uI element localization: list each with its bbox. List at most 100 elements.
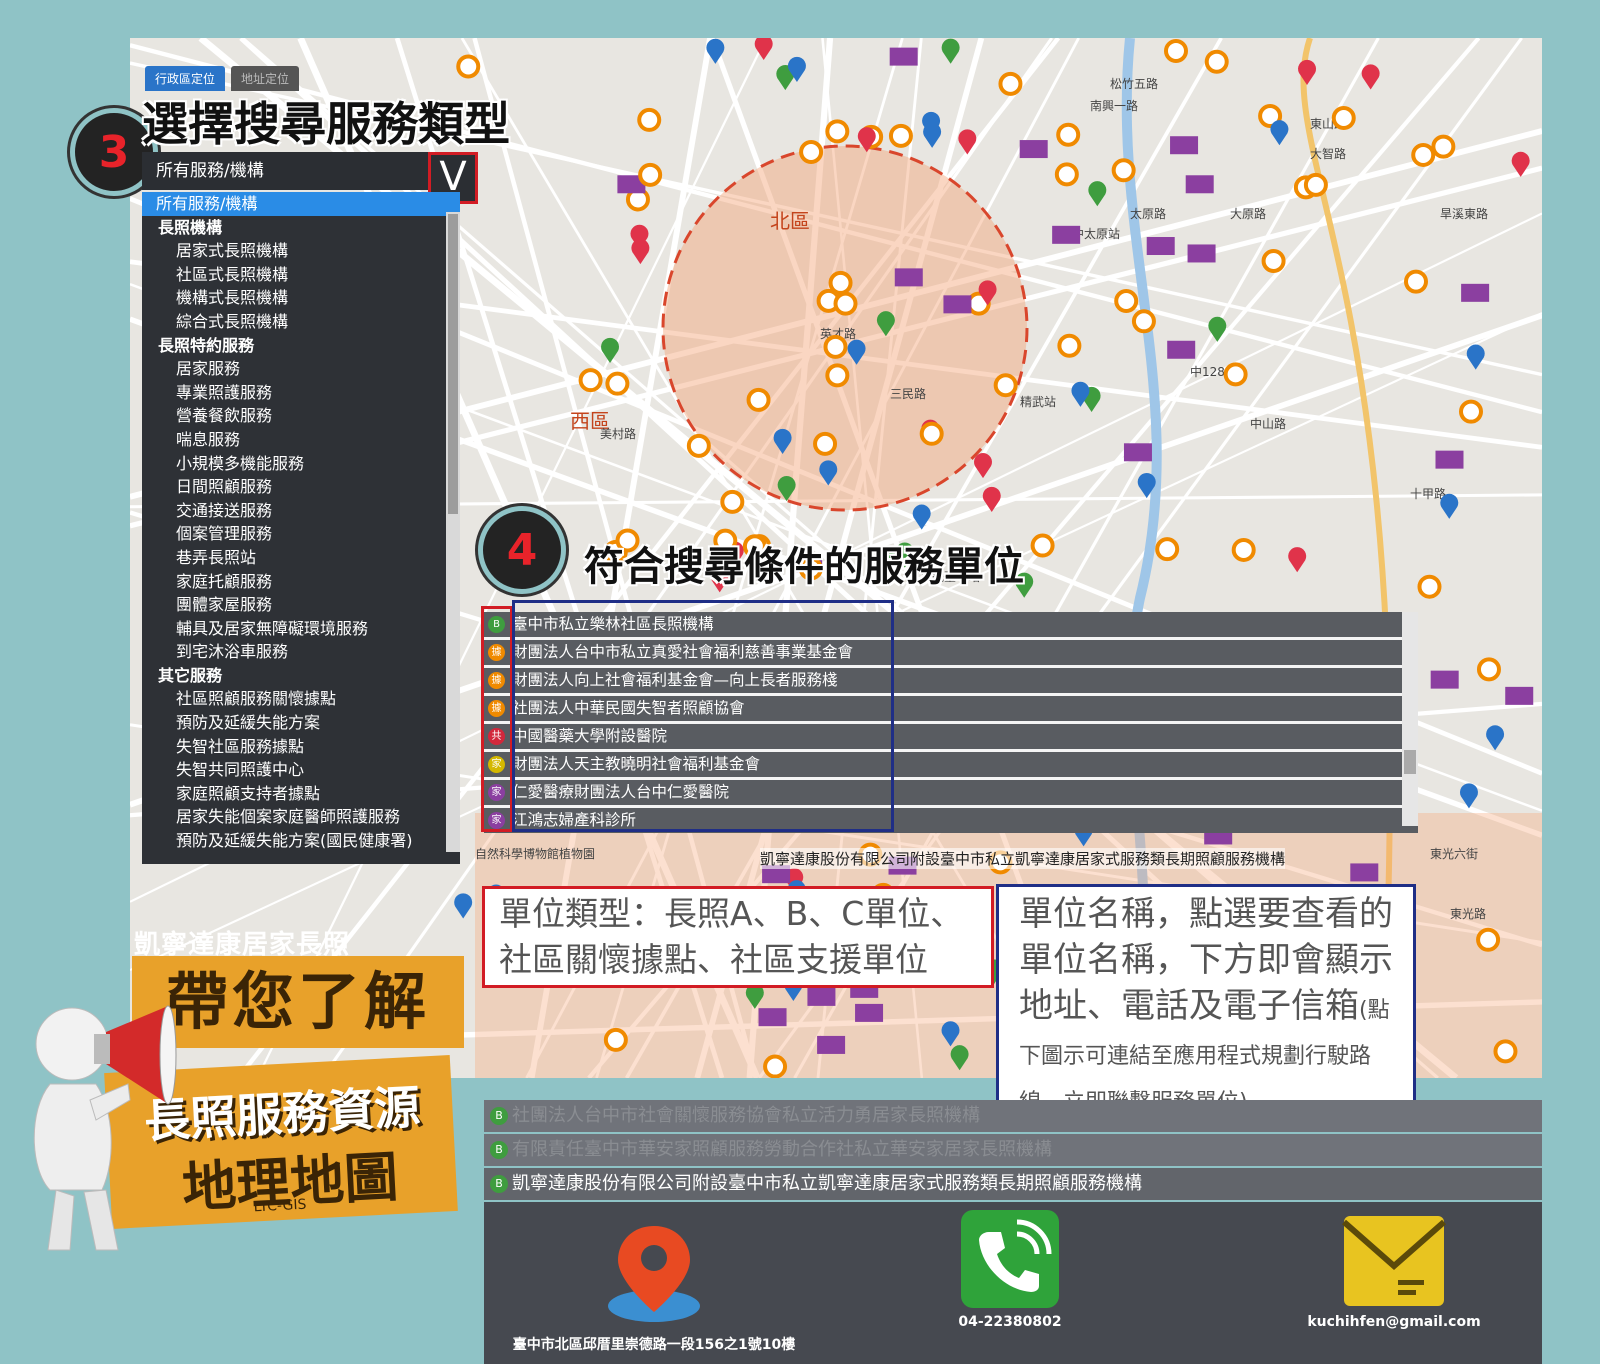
bottom-result-row[interactable]: B 有限責任臺中市華安家照顧服務勞動合作社私立華安家居家長照機構	[484, 1134, 1542, 1166]
service-option[interactable]: 失智社區服務據點	[142, 735, 460, 759]
service-marker[interactable]	[1411, 142, 1436, 167]
service-option[interactable]: 巷弄長照站	[142, 546, 460, 570]
service-marker[interactable]	[1231, 537, 1256, 562]
dropdown-scroll-thumb[interactable]	[448, 214, 458, 514]
service-marker[interactable]	[1052, 225, 1081, 244]
call-action[interactable]: 04-22380802	[950, 1208, 1070, 1330]
service-marker[interactable]	[1331, 105, 1356, 130]
service-option[interactable]: 居家服務	[142, 357, 460, 381]
service-option[interactable]: 家庭照顧支持者據點	[142, 782, 460, 806]
results-scroll-thumb[interactable]	[1404, 750, 1416, 774]
service-marker[interactable]	[941, 38, 960, 64]
service-option[interactable]: 預防及延緩失能方案(國民健康署)	[142, 829, 460, 853]
location-pin-icon[interactable]	[599, 1220, 709, 1330]
phone-icon[interactable]	[959, 1208, 1061, 1310]
service-marker[interactable]	[1088, 181, 1107, 207]
service-option[interactable]: 預防及延緩失能方案	[142, 711, 460, 735]
service-option[interactable]: 小規模多機能服務	[142, 452, 460, 476]
service-marker[interactable]	[1459, 399, 1484, 424]
service-marker[interactable]	[1155, 537, 1180, 562]
service-marker[interactable]	[605, 371, 630, 396]
service-option[interactable]: 團體家屋服務	[142, 593, 460, 617]
results-scrollbar[interactable]	[1402, 612, 1418, 826]
service-marker[interactable]	[888, 123, 913, 148]
service-marker[interactable]	[1493, 1039, 1518, 1064]
service-marker[interactable]	[578, 368, 603, 393]
service-marker[interactable]	[833, 291, 858, 316]
service-marker[interactable]	[1204, 49, 1229, 74]
navigate-action[interactable]: 臺中市北區邱厝里崇德路一段156之1號10樓	[504, 1220, 804, 1354]
service-marker[interactable]	[1461, 283, 1490, 302]
service-option[interactable]: 家庭托顧服務	[142, 570, 460, 594]
service-marker[interactable]	[1350, 863, 1379, 882]
service-option[interactable]: 社區式長照機構	[142, 263, 460, 287]
service-option[interactable]: 機構式長照機構	[142, 286, 460, 310]
service-option[interactable]: 日間照顧服務	[142, 475, 460, 499]
service-marker[interactable]	[828, 270, 853, 295]
service-marker[interactable]	[855, 1003, 884, 1022]
service-marker[interactable]	[1114, 289, 1139, 314]
service-marker[interactable]	[919, 421, 944, 446]
service-marker[interactable]	[758, 1008, 787, 1027]
service-option[interactable]: 喘息服務	[142, 428, 460, 452]
service-marker[interactable]	[1417, 574, 1442, 599]
service-marker[interactable]	[1030, 533, 1055, 558]
service-marker[interactable]	[993, 373, 1018, 398]
service-marker[interactable]	[1131, 309, 1156, 334]
service-marker[interactable]	[825, 119, 850, 144]
service-option[interactable]: 輔具及居家無障礙環境服務	[142, 617, 460, 641]
service-option[interactable]: 失智共同照護中心	[142, 758, 460, 782]
envelope-icon[interactable]	[1342, 1210, 1446, 1310]
service-marker[interactable]	[454, 893, 473, 919]
service-marker[interactable]	[1163, 38, 1188, 63]
service-marker[interactable]	[1505, 686, 1534, 705]
service-option[interactable]: 所有服務/機構	[142, 192, 460, 216]
service-option[interactable]: 社區照顧服務關懷據點	[142, 687, 460, 711]
service-marker[interactable]	[889, 47, 918, 66]
service-marker[interactable]	[1303, 172, 1328, 197]
service-marker[interactable]	[1170, 136, 1199, 155]
bottom-result-row[interactable]: B 社團法人台中市社會關懷服務協會私立活力勇居家長照機構	[484, 1100, 1542, 1132]
service-marker[interactable]	[1261, 248, 1286, 273]
service-marker[interactable]	[1019, 140, 1048, 159]
service-marker[interactable]	[974, 453, 993, 479]
service-marker[interactable]	[799, 139, 824, 164]
service-marker[interactable]	[943, 295, 972, 314]
service-option[interactable]: 其它服務	[142, 664, 460, 688]
service-marker[interactable]	[1111, 158, 1136, 183]
service-marker[interactable]	[813, 431, 838, 456]
service-marker[interactable]	[1403, 269, 1428, 294]
service-option[interactable]: 長照機構	[142, 216, 460, 240]
service-option[interactable]: 長照特約服務	[142, 334, 460, 358]
service-option[interactable]: 居家失能個案家庭醫師照護服務	[142, 805, 460, 829]
service-marker[interactable]	[637, 107, 662, 132]
service-marker[interactable]	[1466, 344, 1485, 370]
service-marker[interactable]	[1431, 134, 1456, 159]
service-marker[interactable]	[1146, 237, 1175, 256]
service-marker[interactable]	[720, 489, 745, 514]
service-marker[interactable]	[1187, 244, 1216, 263]
service-marker[interactable]	[894, 268, 923, 287]
service-marker[interactable]	[998, 71, 1023, 96]
service-marker[interactable]	[807, 987, 836, 1006]
service-marker[interactable]	[456, 54, 481, 79]
service-marker[interactable]	[746, 387, 771, 412]
service-marker[interactable]	[1476, 927, 1501, 952]
service-option[interactable]: 綜合式長照機構	[142, 310, 460, 334]
service-marker[interactable]	[1270, 120, 1289, 146]
service-marker[interactable]	[825, 363, 850, 388]
service-option[interactable]: 專業照護服務	[142, 381, 460, 405]
service-marker[interactable]	[1361, 64, 1380, 90]
email-action[interactable]: kuchihfen@gmail.com	[1284, 1210, 1504, 1330]
service-option[interactable]: 到宅沐浴車服務	[142, 640, 460, 664]
service-option[interactable]: 個案管理服務	[142, 522, 460, 546]
service-marker[interactable]	[1435, 450, 1464, 469]
service-marker[interactable]	[823, 334, 848, 359]
service-marker[interactable]	[1167, 340, 1196, 359]
service-marker[interactable]	[686, 433, 711, 458]
service-marker[interactable]	[1486, 725, 1505, 751]
service-marker[interactable]	[601, 337, 620, 363]
service-option[interactable]: 居家式長照機構	[142, 239, 460, 263]
service-marker[interactable]	[1288, 547, 1307, 573]
service-marker[interactable]	[1440, 493, 1459, 519]
